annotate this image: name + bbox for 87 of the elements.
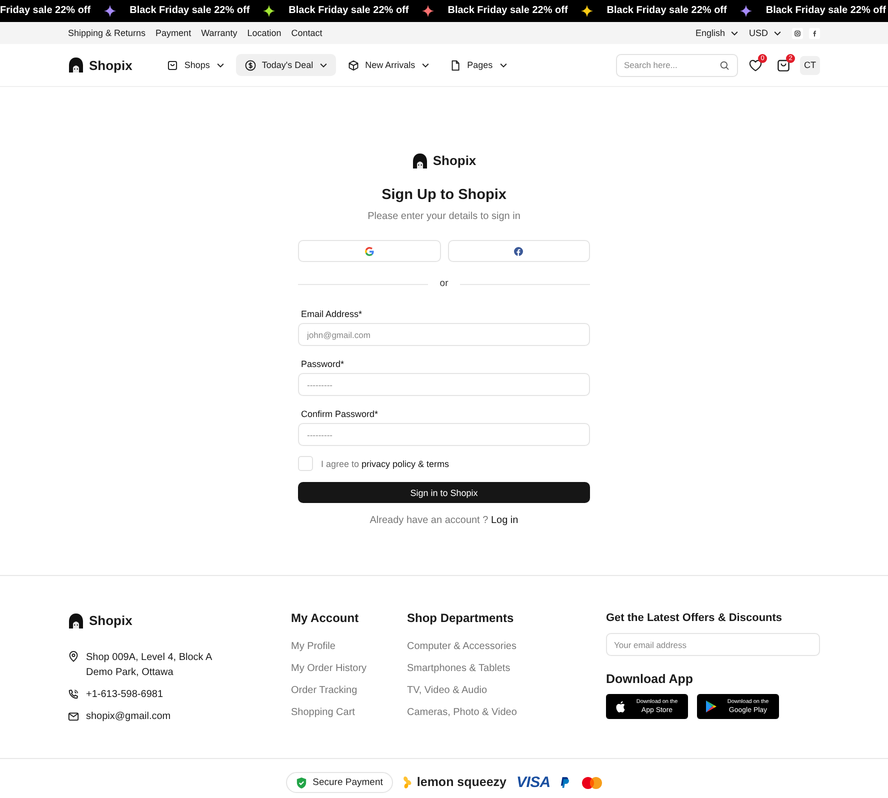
chevron-down-icon (216, 62, 224, 68)
footer-link[interactable]: Cameras, Photo & Video (407, 706, 517, 720)
address-text: Shop 009A, Level 4, Block A Demo Park, Ottawa (86, 651, 212, 680)
footer-link[interactable]: My Profile (291, 640, 336, 654)
secure-payment-text: Secure Payment (312, 776, 383, 788)
shield-check-icon (296, 776, 307, 788)
email-address: shopix@gmail.com (86, 710, 171, 724)
chevron-down-icon (774, 30, 781, 36)
location-pin-icon (68, 651, 79, 662)
currency-selector[interactable]: USD (748, 27, 781, 39)
utility-link[interactable]: Contact (291, 27, 322, 39)
footer-link[interactable]: Smartphones & Tablets (407, 662, 510, 676)
login-prompt: Already have an account ? Log in (368, 514, 520, 528)
nav-menu-item[interactable]: Pages (441, 54, 516, 76)
brand-name[interactable]: Shopix (89, 56, 132, 74)
footer-link[interactable]: My Order History (291, 662, 367, 676)
instagram-icon[interactable] (792, 28, 803, 38)
utility-link[interactable]: Location (247, 27, 282, 39)
promo-text: Black Friday sale 22% off (288, 5, 409, 17)
search-field[interactable]: Search here... (616, 54, 738, 76)
payment-provider-logo-text: lemon squeezy (416, 775, 507, 790)
promo-text: Black Friday sale 22% off (606, 5, 727, 17)
lemon-icon (402, 776, 412, 789)
cart-button[interactable] (777, 58, 790, 72)
agree-text: I agree to privacy policy & terms (321, 458, 450, 470)
facebook-icon (514, 246, 524, 256)
login-link[interactable]: Log in (490, 515, 518, 526)
nav-menu-item[interactable]: New Arrivals (339, 54, 438, 76)
promo-text: Friday sale 22% off (0, 5, 91, 17)
mail-icon (68, 711, 79, 722)
phone-number: +1-613-598-6981 (86, 688, 164, 702)
play-store-icon (705, 700, 717, 713)
dollar-circle-icon (244, 60, 256, 70)
chevron-down-icon (320, 62, 328, 68)
logo-icon (412, 152, 428, 168)
heart-icon (749, 58, 762, 72)
chevron-down-icon (500, 62, 507, 68)
chevron-down-icon (730, 30, 738, 36)
search-icon[interactable] (720, 60, 729, 70)
card-brand-logo-text: VISA (516, 773, 550, 793)
utility-link[interactable]: Payment (156, 27, 192, 39)
shopping-bag-icon (167, 60, 178, 70)
utility-link[interactable]: Shipping & Returns (68, 27, 146, 39)
mastercard-icon (582, 776, 602, 788)
field-label: Password* (300, 358, 344, 370)
agree-checkbox[interactable] (298, 456, 313, 471)
brand-name: Shopix (432, 152, 476, 169)
paypal-icon (560, 777, 570, 788)
shopping-bag-icon (777, 58, 790, 72)
page-icon (450, 60, 462, 70)
promo-text: Black Friday sale 22% off (766, 5, 886, 17)
language-selector[interactable]: English (695, 27, 738, 39)
promo-text: Black Friday sale 22% off (448, 5, 568, 17)
footer-link[interactable]: TV, Video & Audio (407, 684, 488, 698)
logo-icon (68, 57, 84, 73)
footer-heading: Shop Departments (407, 610, 515, 626)
nav-menu-item[interactable]: Today's Deal (236, 54, 336, 76)
brand-name: Shopix (89, 612, 132, 629)
phone-icon (68, 689, 79, 700)
footer-heading: Get the Latest Offers & Discounts (606, 611, 784, 626)
chevron-down-icon (422, 62, 430, 68)
submit-button[interactable]: Sign in to Shopix (298, 482, 590, 503)
user-avatar-button[interactable]: CT (800, 56, 820, 74)
footer-heading: Download App (606, 671, 694, 687)
footer-heading: My Account (291, 610, 360, 626)
google-icon (364, 246, 374, 256)
logo-icon (68, 612, 84, 628)
input-field[interactable]: john@gmail.com (298, 323, 590, 346)
facebook-icon[interactable] (809, 28, 820, 38)
footer-link[interactable]: Shopping Cart (291, 706, 355, 720)
cube-icon (348, 60, 360, 70)
newsletter-email-field[interactable]: Your email address (606, 633, 820, 656)
apple-icon (614, 700, 626, 713)
field-label: Confirm Password* (300, 408, 378, 420)
terms-link[interactable]: privacy policy & terms (362, 458, 450, 468)
input-field[interactable]: --------- (298, 423, 590, 446)
form-subtitle: Please enter your details to sign in (366, 210, 522, 224)
footer-link[interactable]: Order Tracking (291, 684, 358, 698)
divider-text: or (440, 277, 448, 291)
nav-menu-item[interactable]: Shops (158, 54, 233, 76)
promo-text: Black Friday sale 22% off (130, 5, 250, 17)
input-field[interactable]: --------- (298, 373, 590, 396)
utility-link[interactable]: Warranty (201, 27, 238, 39)
field-label: Email Address* (300, 308, 362, 320)
wishlist-button[interactable] (749, 58, 762, 72)
footer-link[interactable]: Computer & Accessories (407, 640, 516, 654)
form-title: Sign Up to Shopix (380, 186, 508, 205)
